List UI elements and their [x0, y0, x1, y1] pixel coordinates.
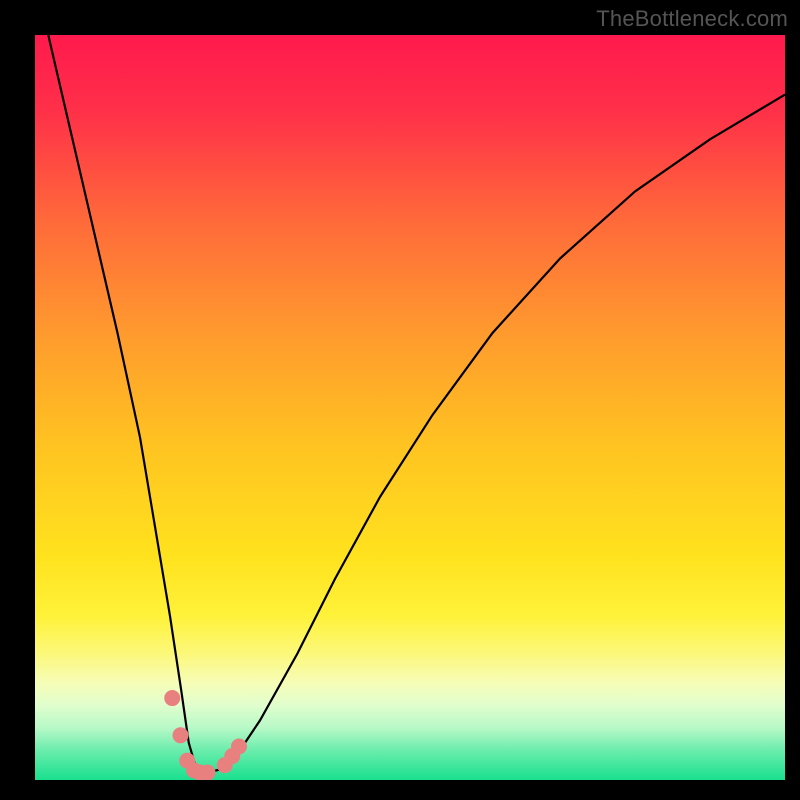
- marker-dot: [173, 727, 189, 743]
- plot-area: [35, 35, 785, 780]
- outer-frame: TheBottleneck.com: [0, 0, 800, 800]
- marker-dot: [231, 738, 247, 754]
- marker-dot: [164, 690, 180, 706]
- watermark-text: TheBottleneck.com: [596, 6, 788, 32]
- marker-dot: [200, 765, 216, 780]
- chart-curve: [35, 35, 785, 780]
